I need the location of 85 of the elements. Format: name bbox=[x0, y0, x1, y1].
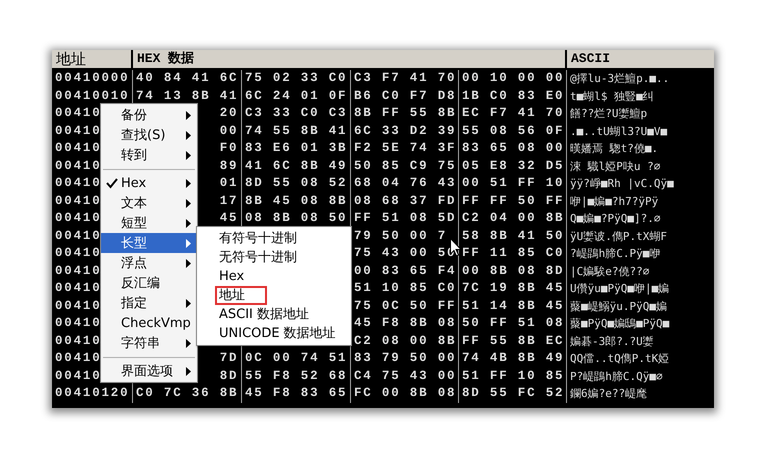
submenu-arrow-icon bbox=[186, 130, 191, 140]
ascii-cell-text: 暵嬏焉 騘t?僥■. bbox=[569, 141, 660, 157]
hex-cell: 7C 19 8B 45 bbox=[459, 280, 567, 298]
ascii-cell-text: 咿|■媥■?h7?ÿPÿ bbox=[569, 194, 660, 210]
hex-cell: 8D 55 08 52 bbox=[242, 175, 351, 192]
hex-cell: 83 E6 01 3B bbox=[242, 140, 351, 158]
hex-cell: C3 F7 41 70 bbox=[351, 70, 459, 88]
ascii-cell-text: @擇lu-3烂鱣p.■.. bbox=[569, 71, 670, 87]
submenu-arrow-icon bbox=[186, 258, 191, 268]
menu-item[interactable]: Hex bbox=[197, 267, 351, 286]
hex-cell: 6C 24 01 0F bbox=[242, 88, 351, 105]
hex-cell: 8B FF 55 8B bbox=[351, 105, 459, 122]
hex-cell: 1B C0 83 E0 bbox=[459, 88, 567, 105]
column-header: ASCII bbox=[570, 50, 612, 68]
hex-cell: 05 E8 32 D5 bbox=[459, 158, 567, 175]
hex-cell: 68 04 76 43 bbox=[351, 175, 459, 192]
menu-item[interactable]: 长型 bbox=[101, 233, 197, 253]
hex-cell: 00 8B 08 8D bbox=[459, 262, 567, 280]
menu-item[interactable]: 有符号十进制 bbox=[197, 229, 351, 248]
hex-cell: EC F7 41 70 bbox=[459, 105, 567, 122]
submenu-arrow-icon bbox=[186, 238, 191, 248]
hex-cell: 41 6C 8B 49 bbox=[242, 158, 351, 175]
ascii-cell-text: 藂■PÿQ■媥鴟■PÿQ■ bbox=[569, 316, 670, 332]
hex-cell: 0C 00 74 51 bbox=[242, 350, 351, 368]
hex-cell: 83 79 50 00 bbox=[351, 350, 459, 368]
column-header: HEX 数据 bbox=[133, 50, 567, 68]
ascii-cell-text: |C媥騃e?僥??∅ bbox=[569, 264, 650, 280]
hex-cell: C3 33 C0 C3 bbox=[242, 105, 351, 122]
hex-cell: 00 10 00 00 bbox=[459, 70, 567, 88]
hex-cell: 8D 55 FC 52 bbox=[459, 385, 567, 402]
hex-cell: 74 55 8B 41 bbox=[242, 122, 351, 140]
hex-cell: C4 75 43 00 bbox=[351, 368, 459, 385]
hex-cell: F2 5E 74 3F bbox=[351, 140, 459, 158]
submenu-arrow-icon bbox=[186, 338, 191, 348]
hex-cell: B6 C0 F7 D8 bbox=[351, 88, 459, 105]
submenu-arrow-icon bbox=[186, 110, 191, 120]
hex-cell: FC 00 8B 08 bbox=[351, 385, 459, 402]
hex-cell: 6C 33 D2 39 bbox=[351, 122, 459, 140]
ascii-cell-text: ?崼鵾h腣C.Pÿ■咿 bbox=[569, 246, 662, 262]
hex-cell: C0 7C 36 8B bbox=[133, 385, 242, 402]
menu-item[interactable]: 无符号十进制 bbox=[197, 248, 351, 267]
hex-cell: 74 4B 8B 49 bbox=[459, 350, 567, 368]
hex-cell: 08 68 37 FD bbox=[351, 192, 459, 210]
hex-cell: FF 55 8B EC bbox=[459, 332, 567, 350]
menu-item[interactable]: 地址 bbox=[197, 286, 351, 305]
hex-cell: 58 8B 41 50 bbox=[459, 228, 567, 245]
address-cell: 00410000 bbox=[52, 70, 133, 88]
column-header: 地址 bbox=[52, 50, 133, 68]
hex-cell: 55 F8 52 68 bbox=[242, 368, 351, 385]
hex-cell: C2 04 00 8B bbox=[459, 210, 567, 228]
hex-cell: 8B 45 08 8B bbox=[242, 192, 351, 210]
hex-cell: 45 F8 83 65 bbox=[242, 385, 351, 402]
hex-cell: 00 51 FF 10 bbox=[459, 175, 567, 192]
hex-cell: 50 FF 51 08 bbox=[459, 315, 567, 332]
submenu-arrow-icon bbox=[186, 298, 191, 308]
ascii-cell-text: 涑 驖l婭P吷u ?∅ bbox=[569, 158, 662, 174]
ascii-cell-text: 藂■崼鰯ÿu.PÿQ■媥 bbox=[569, 298, 668, 314]
menu-item[interactable]: ASCII 数据地址 bbox=[197, 305, 351, 324]
ascii-cell-text: P?崼鵾h腣C.Qÿ■∅ bbox=[569, 368, 664, 384]
ascii-cell-text: ÿU嬱诐.儁P.tX蝴F bbox=[569, 228, 668, 244]
submenu-arrow-icon bbox=[186, 218, 191, 228]
ascii-cell-text: ÿÿ?崢■Rh |vC.Qÿ■ bbox=[569, 176, 675, 192]
address-cell: 00410120 bbox=[52, 385, 133, 402]
hex-cell: 83 65 08 00 bbox=[459, 140, 567, 158]
ascii-cell-text: 饍??烂?U嬱鱣p bbox=[569, 106, 648, 122]
hex-cell: FF FF 50 FF bbox=[459, 192, 567, 210]
hex-cell: 51 14 8B 45 bbox=[459, 298, 567, 315]
submenu-arrow-icon bbox=[186, 150, 191, 160]
hex-cell: 55 08 56 0F bbox=[459, 122, 567, 140]
ascii-cell-text: t■蝴l$ 独豎■纠 bbox=[569, 88, 655, 104]
ascii-cell-text: QQ儅..tQ儁P.tK婭 bbox=[569, 351, 670, 367]
ascii-cell-text: 媥碁-3郎?.?U嬱 bbox=[569, 334, 655, 350]
hex-cell: 75 02 33 C0 bbox=[242, 70, 351, 88]
hex-cell: 50 85 C9 75 bbox=[351, 158, 459, 175]
submenu-arrow-icon bbox=[186, 366, 191, 376]
menu-item[interactable]: UNICODE 数据地址 bbox=[197, 324, 351, 343]
ascii-cell-text: .■..tU蝴l3?U■V■ bbox=[569, 124, 668, 140]
submenu-arrow-icon bbox=[186, 178, 191, 188]
submenu-arrow-icon bbox=[186, 198, 191, 208]
hex-cell: 40 84 41 6C bbox=[133, 70, 242, 88]
ascii-cell-text: U儹ÿu■PÿQ■咿|■媥 bbox=[569, 281, 670, 297]
ascii-cell-text: 鑭6媥?e??崼麾 bbox=[569, 386, 648, 402]
check-icon bbox=[105, 176, 119, 190]
hex-cell: 51 FF 10 85 bbox=[459, 368, 567, 385]
ascii-cell-text: Q■媥■?PÿQ■]?.∅ bbox=[569, 211, 662, 227]
